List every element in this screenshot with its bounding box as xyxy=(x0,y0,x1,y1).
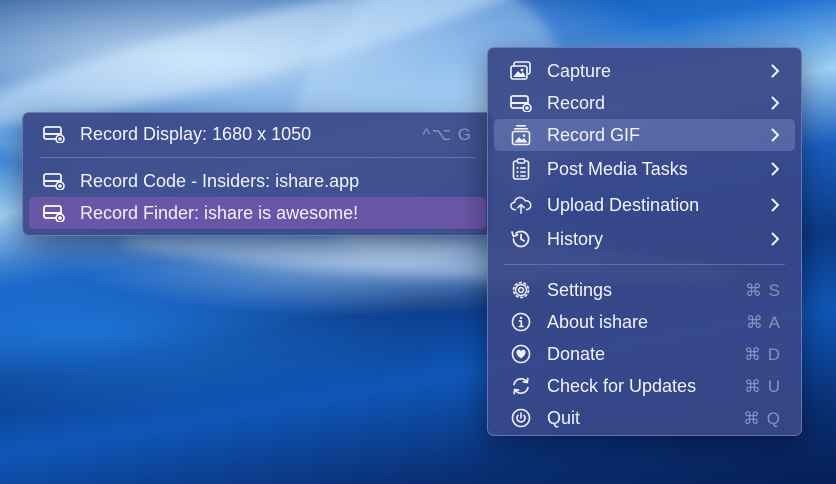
chevron-right-icon xyxy=(769,161,781,177)
image-stack-icon xyxy=(510,60,532,82)
menu-item-label: Record Finder: ishare is awesome! xyxy=(80,203,359,223)
refresh-icon xyxy=(510,375,532,397)
gif-photo-icon xyxy=(510,124,532,146)
menu-separator xyxy=(504,264,785,265)
menu-item-shortcut: ⌘ A xyxy=(745,312,781,332)
menu-item-shortcut: ⌘ Q xyxy=(743,408,781,428)
menu-item-label: Record Display: 1680 x 1050 xyxy=(80,124,312,144)
menu-item-label: Check for Updates xyxy=(547,376,697,396)
menu-item-donate[interactable]: Donate ⌘ D xyxy=(494,338,795,370)
record-display-icon xyxy=(510,92,532,114)
chevron-right-icon xyxy=(769,197,781,213)
menu-item-label: Donate xyxy=(547,344,606,364)
menu-item-label: Settings xyxy=(547,280,613,300)
chevron-right-icon xyxy=(769,231,781,247)
menu-item-record-code-insiders[interactable]: Record Code - Insiders: ishare.app xyxy=(29,165,486,197)
gear-icon xyxy=(510,279,532,301)
menu-item-check-for-updates[interactable]: Check for Updates ⌘ U xyxy=(494,370,795,402)
menu-item-post-media-tasks[interactable]: Post Media Tasks xyxy=(494,151,795,187)
menu-item-capture[interactable]: Capture xyxy=(494,55,795,87)
ishare-main-menu: Capture Record Record GIF Post Media Tas… xyxy=(487,47,802,436)
menu-item-label: Capture xyxy=(547,61,612,81)
menu-separator xyxy=(39,157,476,158)
menu-item-shortcut: ^⌥ G xyxy=(422,124,472,144)
menu-item-history[interactable]: History xyxy=(494,223,795,255)
menu-item-quit[interactable]: Quit ⌘ Q xyxy=(494,402,795,434)
menu-item-record-gif[interactable]: Record GIF xyxy=(494,119,795,151)
menu-item-record-display[interactable]: Record Display: 1680 x 1050 ^⌥ G xyxy=(29,118,486,150)
cloud-upload-icon xyxy=(510,194,532,216)
desktop-wallpaper: Record Display: 1680 x 1050 ^⌥ G Record … xyxy=(0,0,836,484)
menu-item-record-finder[interactable]: Record Finder: ishare is awesome! xyxy=(29,197,486,229)
menu-item-label: History xyxy=(547,229,604,249)
record-display-icon xyxy=(43,170,65,192)
menu-item-shortcut: ⌘ S xyxy=(744,280,781,300)
record-display-icon xyxy=(43,202,65,224)
menu-item-upload-destination[interactable]: Upload Destination xyxy=(494,187,795,223)
menu-item-record[interactable]: Record xyxy=(494,87,795,119)
power-icon xyxy=(510,407,532,429)
record-gif-submenu: Record Display: 1680 x 1050 ^⌥ G Record … xyxy=(22,112,493,236)
menu-item-label: Quit xyxy=(547,408,581,428)
menu-item-label: Record xyxy=(547,93,606,113)
menu-item-label: Post Media Tasks xyxy=(547,159,688,179)
heart-icon xyxy=(510,343,532,365)
chevron-right-icon xyxy=(769,127,781,143)
chevron-right-icon xyxy=(769,63,781,79)
menu-item-label: Upload Destination xyxy=(547,195,700,215)
clipboard-list-icon xyxy=(510,158,532,180)
record-display-icon xyxy=(43,123,65,145)
history-clock-icon xyxy=(510,228,532,250)
menu-item-about[interactable]: About ishare ⌘ A xyxy=(494,306,795,338)
menu-item-settings[interactable]: Settings ⌘ S xyxy=(494,274,795,306)
chevron-right-icon xyxy=(769,95,781,111)
menu-item-shortcut: ⌘ D xyxy=(744,344,781,364)
menu-item-label: About ishare xyxy=(547,312,649,332)
info-icon xyxy=(510,311,532,333)
menu-item-shortcut: ⌘ U xyxy=(744,376,781,396)
menu-item-label: Record GIF xyxy=(547,125,641,145)
menu-item-label: Record Code - Insiders: ishare.app xyxy=(80,171,360,191)
